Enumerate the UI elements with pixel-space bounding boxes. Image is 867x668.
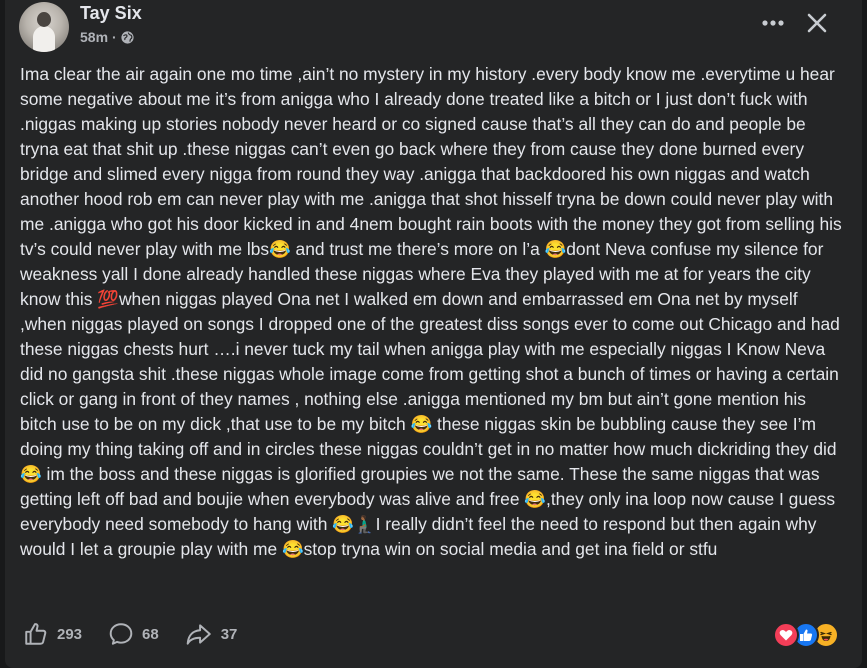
post-time[interactable]: 58m	[80, 29, 108, 45]
comment-count: 68	[142, 625, 159, 643]
more-options-button[interactable]	[757, 10, 789, 36]
close-button[interactable]	[802, 8, 832, 38]
more-dots-icon	[762, 20, 784, 26]
avatar[interactable]	[19, 2, 69, 52]
love-icon	[773, 622, 799, 648]
like-count: 293	[57, 625, 83, 643]
thumbs-up-icon	[25, 623, 47, 645]
share-button[interactable]: 37	[185, 621, 238, 647]
action-bar: 293 68 37	[23, 618, 263, 650]
post-meta: 58m ·	[80, 29, 134, 45]
post-card: Tay Six 58m · Ima clear the air again on…	[5, 0, 862, 668]
share-icon	[186, 624, 211, 645]
post-body: Ima clear the air again one mo time ,ain…	[20, 64, 847, 559]
share-count: 37	[220, 625, 238, 643]
comment-button[interactable]: 68	[108, 621, 159, 647]
meta-separator: ·	[112, 29, 117, 45]
comment-icon	[109, 623, 133, 645]
close-icon	[807, 13, 827, 33]
reaction-summary[interactable]	[773, 622, 843, 648]
globe-icon	[121, 30, 134, 44]
author-name[interactable]: Tay Six	[80, 3, 142, 24]
like-button[interactable]: 293	[23, 621, 82, 647]
